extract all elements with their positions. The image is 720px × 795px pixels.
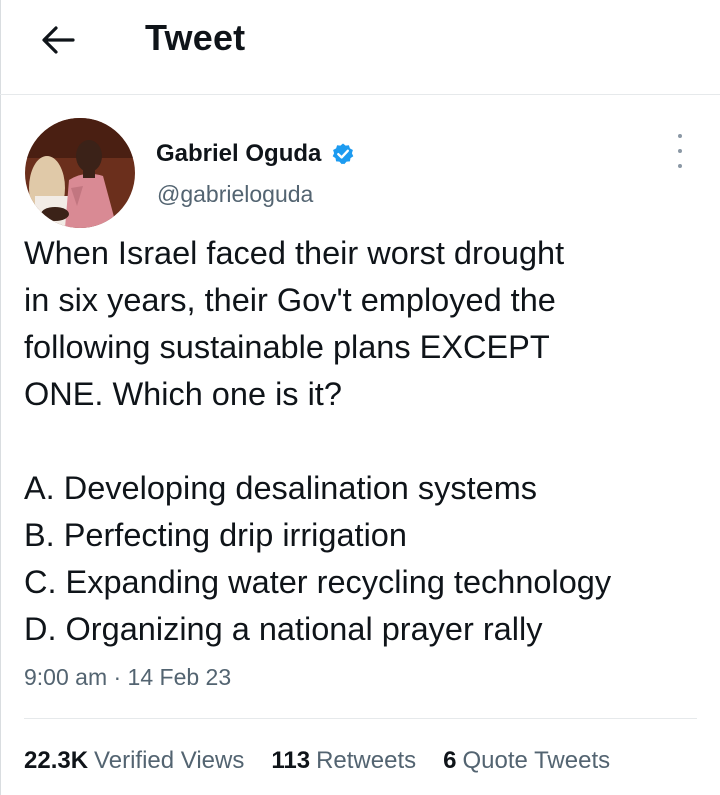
page-title: Tweet <box>145 17 246 58</box>
quotes-stat[interactable]: 6 Quote Tweets <box>443 747 610 775</box>
author-name[interactable]: Gabriel Oguda <box>156 140 355 168</box>
tweet-timestamp[interactable]: 9:00 am · 14 Feb 23 <box>24 664 231 691</box>
more-options-button[interactable] <box>668 134 692 168</box>
more-vertical-icon-dot <box>678 164 682 168</box>
views-count: 22.3K <box>24 747 89 774</box>
tweet-stats: 22.3K Verified Views 113 Retweets 6 Quote T… <box>24 747 637 775</box>
arrow-left-icon <box>42 26 75 54</box>
views-stat[interactable]: 22.3K Verified Views <box>24 747 244 775</box>
header: Tweet <box>0 0 720 95</box>
quotes-label: Quote Tweets <box>462 747 611 774</box>
quotes-count: 6 <box>443 747 457 774</box>
author-name-text: Gabriel Oguda <box>156 140 322 167</box>
tweet-option: B. Perfecting drip irrigation <box>24 517 407 553</box>
verified-badge-icon <box>331 142 355 166</box>
avatar-image <box>25 118 135 228</box>
more-vertical-icon-dot <box>678 149 682 153</box>
tweet-option: D. Organizing a national prayer rally <box>24 611 543 647</box>
tweet-option: A. Developing desalination systems <box>24 470 538 506</box>
tweet-text: When Israel faced their worst drought in… <box>24 230 714 653</box>
divider <box>24 718 697 719</box>
more-vertical-icon <box>678 134 682 138</box>
tweet-line: in six years, their Gov't employed the <box>24 282 556 318</box>
retweets-count: 113 <box>271 747 311 774</box>
tweet-spacer <box>24 418 714 465</box>
frame-border <box>0 0 1 795</box>
avatar[interactable] <box>25 118 135 228</box>
tweet-line: When Israel faced their worst drought <box>24 235 565 271</box>
views-label: Verified Views <box>94 747 245 774</box>
tweet-option: C. Expanding water recycling technology <box>24 564 612 600</box>
retweets-label: Retweets <box>316 747 417 774</box>
tweet-line: ONE. Which one is it? <box>24 376 342 412</box>
tweet-line: following sustainable plans EXCEPT <box>24 329 550 365</box>
retweets-stat[interactable]: 113 Retweets <box>271 747 416 775</box>
author-handle[interactable]: @gabrieloguda <box>157 181 313 208</box>
back-button[interactable] <box>36 20 80 60</box>
